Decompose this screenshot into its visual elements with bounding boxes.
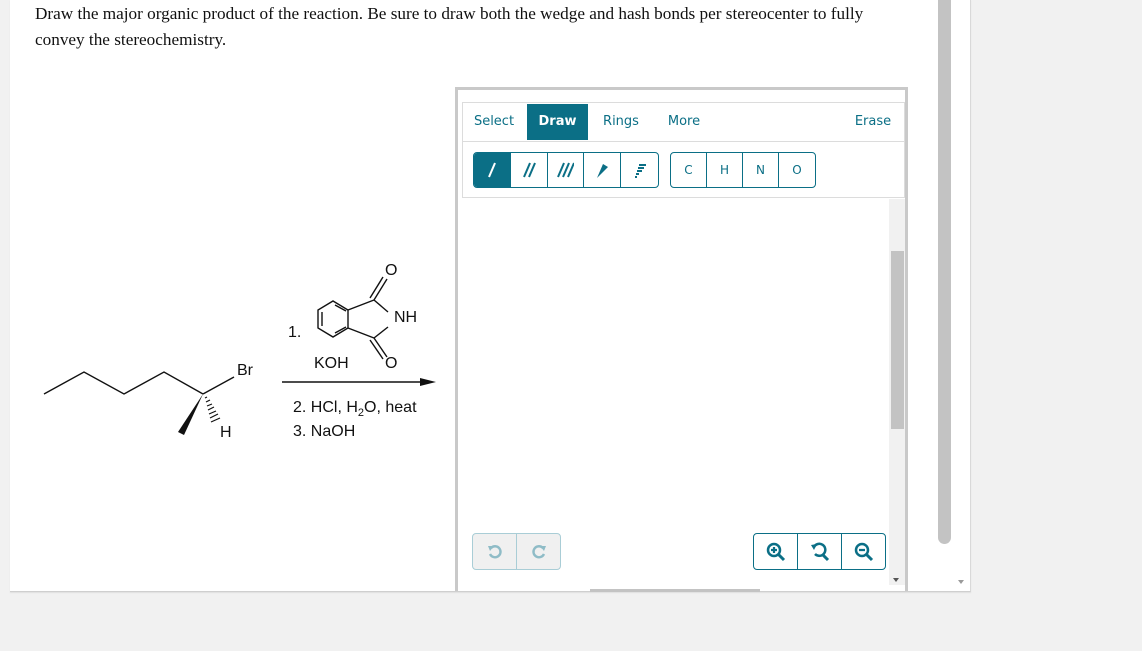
undo-icon	[487, 544, 502, 558]
zoom-in-button[interactable]	[754, 534, 798, 569]
tab-more[interactable]: More	[660, 104, 708, 140]
page-scrollbar-thumb[interactable]	[938, 0, 951, 544]
methyl-wedge	[178, 394, 203, 435]
triple-bond-button[interactable]	[548, 153, 585, 187]
step1-number: 1.	[288, 324, 302, 341]
canvas-scroll-down-arrow[interactable]	[893, 578, 899, 582]
bromine-label: Br	[237, 362, 253, 379]
step2-label: 2. HCl, H2O, heat	[293, 399, 417, 419]
carbonyl-o-bottom: O	[385, 355, 398, 372]
step3-label: 3. NaOH	[293, 423, 356, 440]
history-controls	[472, 533, 561, 570]
tab-erase[interactable]: Erase	[849, 104, 897, 140]
zoom-out-icon	[854, 542, 873, 561]
reset-zoom-button[interactable]	[798, 534, 842, 569]
tab-draw[interactable]: Draw	[527, 104, 588, 140]
phthalimide-structure	[317, 276, 389, 360]
atom-o-button[interactable]: O	[779, 153, 815, 187]
question-prompt: Draw the major organic product of the re…	[35, 4, 864, 49]
zoom-controls	[753, 533, 886, 570]
h-hash-bond	[204, 396, 221, 423]
carbonyl-o-top: O	[385, 262, 398, 279]
reaction-arrow-head	[420, 378, 436, 386]
hydrogen-label: H	[220, 424, 232, 441]
editor-tabs: Select Draw Rings More Erase	[463, 103, 904, 142]
step2-text: 2. HCl, H	[293, 399, 358, 416]
undo-button[interactable]	[473, 534, 517, 569]
redo-button[interactable]	[517, 534, 560, 569]
step2-tail: O, heat	[364, 399, 417, 416]
tab-rings[interactable]: Rings	[595, 104, 647, 140]
canvas-scrollbar-thumb[interactable]	[891, 251, 904, 429]
reset-zoom-icon	[810, 542, 829, 561]
atom-n-button[interactable]: N	[743, 153, 779, 187]
triple-bond-icon	[557, 162, 575, 178]
reaction-drawing	[43, 276, 436, 435]
wedge-bond-button[interactable]	[584, 153, 622, 187]
alkyl-chain	[43, 371, 204, 395]
hash-bond-button[interactable]	[621, 153, 658, 187]
double-bond-icon	[522, 162, 536, 178]
double-bond-button[interactable]	[511, 153, 548, 187]
atom-c-button[interactable]: C	[671, 153, 707, 187]
hash-bond-icon	[634, 164, 646, 178]
wedge-bond-icon	[597, 164, 609, 178]
nh-label: NH	[394, 309, 418, 326]
atom-tool-group: C H N O	[670, 152, 816, 188]
tab-select[interactable]: Select	[467, 104, 521, 140]
bond-tool-group	[473, 152, 659, 188]
zoom-in-icon	[766, 542, 785, 561]
single-bond-icon	[487, 162, 496, 178]
atom-h-button[interactable]: H	[707, 153, 743, 187]
single-bond-button[interactable]	[474, 153, 511, 187]
reaction-scheme: Br H 1. KOH NH O O 2. HCl, H2O, heat 3. …	[30, 250, 450, 450]
redo-icon	[531, 544, 546, 558]
koh-label: KOH	[314, 355, 349, 372]
page-scroll-down-arrow[interactable]	[958, 580, 964, 584]
editor-toolbar: Select Draw Rings More Erase C H N O	[462, 102, 905, 198]
canvas-horizontal-scrollbar-thumb[interactable]	[590, 589, 760, 592]
c-br-bond	[202, 376, 235, 395]
zoom-out-button[interactable]	[842, 534, 885, 569]
